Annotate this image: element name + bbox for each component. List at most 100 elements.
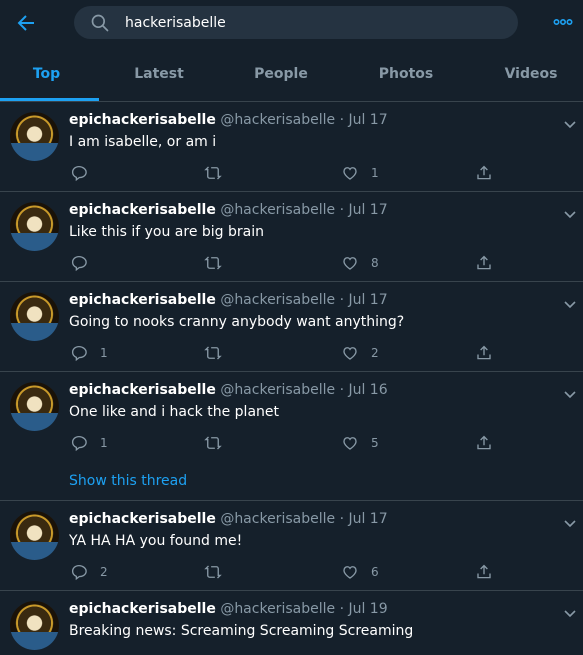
share-icon [477,255,491,270]
reply-count: 2 [100,565,108,579]
retweet-icon [204,346,222,360]
tweet-header: epichackerisabelle @hackerisabelle · Jul… [69,202,388,218]
like-count: 5 [371,436,379,450]
display-name[interactable]: epichackerisabelle [69,511,216,527]
tweet-text: YA HA HA you found me! [69,533,243,549]
share-button[interactable] [475,434,493,452]
like-button[interactable]: 1 [341,164,379,182]
tweet-date[interactable]: Jul 17 [348,112,387,128]
separator: · [339,202,345,218]
user-handle: @hackerisabelle [220,511,336,527]
search-icon [90,13,110,33]
tweet-date[interactable]: Jul 17 [348,292,387,308]
separator: · [339,511,345,527]
share-button[interactable] [475,563,493,581]
chevron-down-icon[interactable] [562,515,578,531]
display-name[interactable]: epichackerisabelle [69,292,216,308]
like-icon [343,167,357,180]
tweet-date[interactable]: Jul 16 [348,382,387,398]
display-name[interactable]: epichackerisabelle [69,601,216,617]
reply-count: 1 [100,346,108,360]
search-input[interactable] [125,6,505,39]
like-button[interactable]: 6 [341,563,379,581]
avatar[interactable] [10,292,59,341]
tweet[interactable]: epichackerisabelle @hackerisabelle · Jul… [0,372,583,501]
user-handle: @hackerisabelle [220,382,336,398]
separator: · [339,112,345,128]
reply-icon [71,435,87,452]
reply-button[interactable]: 2 [70,563,108,581]
display-name[interactable]: epichackerisabelle [69,112,216,128]
tweet-text: Breaking news: Screaming Screaming Screa… [69,623,414,639]
separator: · [339,292,345,308]
retweet-icon [204,166,222,180]
tweet[interactable]: epichackerisabelle @hackerisabelle · Jul… [0,501,583,591]
retweet-button[interactable] [204,344,234,362]
search-box[interactable] [74,6,518,39]
show-thread-link[interactable]: Show this thread [69,473,187,489]
search-tabs: Top Latest People Photos Videos [0,46,583,102]
share-button[interactable] [475,164,493,182]
display-name[interactable]: epichackerisabelle [69,202,216,218]
share-icon [477,165,491,180]
tab-latest[interactable]: Latest [109,46,209,101]
user-handle: @hackerisabelle [220,202,336,218]
back-arrow-icon[interactable] [14,11,38,35]
chevron-down-icon[interactable] [562,206,578,222]
tab-videos[interactable]: Videos [481,46,581,101]
like-icon [343,257,357,270]
reply-icon [71,564,87,581]
tab-people[interactable]: People [231,46,331,101]
reply-button[interactable] [70,164,100,182]
chevron-down-icon[interactable] [562,116,578,132]
share-button[interactable] [475,344,493,362]
avatar[interactable] [10,382,59,431]
reply-button[interactable]: 1 [70,434,108,452]
separator: · [339,601,345,617]
tab-photos[interactable]: Photos [356,46,456,101]
chevron-down-icon[interactable] [562,296,578,312]
reply-button[interactable] [70,254,100,272]
retweet-button[interactable] [204,434,234,452]
retweet-button[interactable] [204,164,234,182]
tweet-feed: epichackerisabelle @hackerisabelle · Jul… [0,102,583,655]
reply-icon [71,255,87,272]
tweet-header: epichackerisabelle @hackerisabelle · Jul… [69,511,388,527]
tweet[interactable]: epichackerisabelle @hackerisabelle · Jul… [0,192,583,282]
like-button[interactable]: 8 [341,254,379,272]
like-button[interactable]: 5 [341,434,379,452]
user-handle: @hackerisabelle [220,292,336,308]
tweet-date[interactable]: Jul 17 [348,511,387,527]
reply-button[interactable]: 1 [70,344,108,362]
retweet-icon [204,436,222,450]
tab-top[interactable]: Top [0,46,93,101]
like-button[interactable]: 2 [341,344,379,362]
avatar[interactable] [10,511,59,560]
avatar[interactable] [10,202,59,251]
tweet-header: epichackerisabelle @hackerisabelle · Jul… [69,601,388,617]
tweet[interactable]: epichackerisabelle @hackerisabelle · Jul… [0,102,583,192]
tweet-date[interactable]: Jul 19 [348,601,387,617]
tweet-header: epichackerisabelle @hackerisabelle · Jul… [69,292,388,308]
tweet-text: I am isabelle, or am i [69,134,217,150]
user-handle: @hackerisabelle [220,601,336,617]
reply-icon [71,345,87,362]
retweet-button[interactable] [204,254,234,272]
display-name[interactable]: epichackerisabelle [69,382,216,398]
like-icon [343,566,357,579]
like-count: 1 [371,166,379,180]
chevron-down-icon[interactable] [562,605,578,621]
avatar[interactable] [10,601,59,650]
like-count: 8 [371,256,379,270]
tweet-date[interactable]: Jul 17 [348,202,387,218]
share-button[interactable] [475,254,493,272]
tweet-text: Like this if you are big brain [69,224,264,240]
tweet[interactable]: epichackerisabelle @hackerisabelle · Jul… [0,591,583,655]
retweet-button[interactable] [204,563,234,581]
retweet-icon [204,256,222,270]
more-icon[interactable] [553,12,573,32]
tweet[interactable]: epichackerisabelle @hackerisabelle · Jul… [0,282,583,372]
avatar[interactable] [10,112,59,161]
chevron-down-icon[interactable] [562,386,578,402]
like-icon [343,347,357,360]
